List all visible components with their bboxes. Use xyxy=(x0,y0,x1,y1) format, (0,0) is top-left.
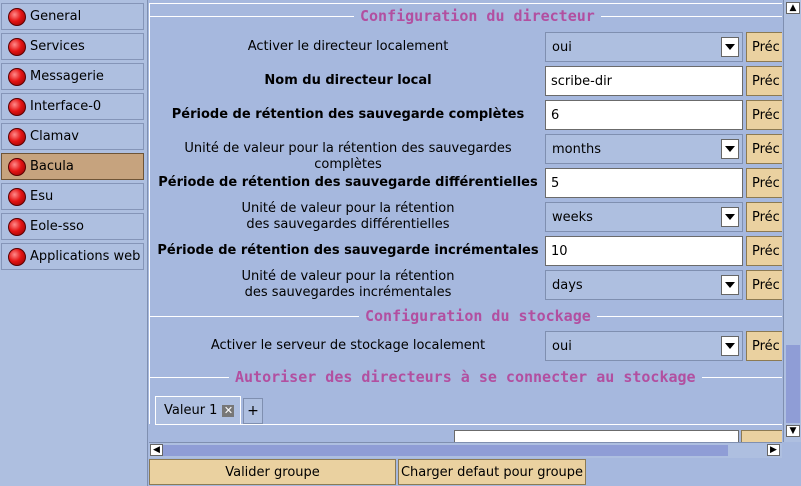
tab-divider xyxy=(155,424,782,425)
label-line: des sauvegardes différentielles xyxy=(246,217,450,232)
status-led-icon xyxy=(8,247,26,266)
status-led-icon xyxy=(8,7,26,26)
sidebar-item-label: Interface-0 xyxy=(30,99,102,114)
sidebar-item-bacula[interactable]: Bacula xyxy=(1,153,144,180)
retention-completes-input[interactable]: 6 xyxy=(545,100,743,130)
pred-button[interactable]: Préc xyxy=(746,270,782,300)
sidebar-item-esu[interactable]: Esu xyxy=(1,183,144,210)
add-tab-button[interactable]: + xyxy=(243,398,263,424)
select-value: oui xyxy=(552,39,572,55)
select-value: weeks xyxy=(552,209,593,225)
sidebar-item-applications-web[interactable]: Applications web xyxy=(1,243,144,270)
sidebar-item-label: Messagerie xyxy=(30,69,104,84)
row-label-retention-incrementales: Période de rétention des sauvegarde incr… xyxy=(157,243,539,258)
chevron-down-icon[interactable] xyxy=(721,139,739,159)
scroll-up-icon[interactable]: ▲ xyxy=(786,2,800,14)
row-label-unite-differentielles: Unité de valeur pour la rétention des sau… xyxy=(149,201,547,233)
status-led-icon xyxy=(8,127,26,146)
row-label-unite-incrementales: Unité de valeur pour la rétention des sau… xyxy=(149,269,547,301)
directeur-name-input[interactable] xyxy=(454,430,739,442)
retention-differentielles-input[interactable]: 5 xyxy=(545,168,743,198)
sidebar-item-interface-0[interactable]: Interface-0 xyxy=(1,93,144,120)
status-led-icon xyxy=(8,67,26,86)
pred-button[interactable]: Préc xyxy=(746,168,782,198)
row-label-retention-differentielles: Période de rétention des sauvegarde diff… xyxy=(158,175,538,190)
select-value: days xyxy=(552,277,583,293)
activer-directeur-select[interactable]: oui xyxy=(545,32,743,62)
label-line: Unité de valeur pour la rétention xyxy=(241,201,455,216)
unite-completes-select[interactable]: months xyxy=(545,134,743,164)
row-label-nom-directeur: Nom du directeur local xyxy=(264,73,432,88)
sidebar-item-label: Bacula xyxy=(30,159,74,174)
sidebar-item-messagerie[interactable]: Messagerie xyxy=(1,63,144,90)
charger-defaut-button[interactable]: Charger defaut pour groupe xyxy=(398,459,586,485)
pred-button[interactable]: Préc xyxy=(746,236,782,266)
activer-stockage-select[interactable]: oui xyxy=(545,331,743,361)
row-label-activer-stockage: Activer le serveur de stockage localemen… xyxy=(210,338,486,353)
sidebar-item-clamav[interactable]: Clamav xyxy=(1,123,144,150)
section-title-autoriser: Autoriser des directeurs à se connecter … xyxy=(229,368,702,386)
status-led-icon xyxy=(8,97,26,116)
sidebar-item-label: Applications web xyxy=(30,249,141,264)
unite-differentielles-select[interactable]: weeks xyxy=(545,202,743,232)
scroll-down-icon[interactable]: ▼ xyxy=(786,425,800,437)
pred-button[interactable]: Préc xyxy=(746,134,782,164)
scroll-left-icon[interactable]: ◀ xyxy=(150,444,163,456)
section-title-directeur: Configuration du directeur xyxy=(354,7,601,25)
sidebar-item-label: Esu xyxy=(30,189,54,204)
chevron-down-icon[interactable] xyxy=(721,336,739,356)
scroll-thumb[interactable] xyxy=(786,345,800,423)
nom-directeur-input[interactable]: scribe-dir xyxy=(545,66,743,96)
row-label-retention-completes: Période de rétention des sauvegarde comp… xyxy=(171,107,525,122)
chevron-down-icon[interactable] xyxy=(721,275,739,295)
status-led-icon xyxy=(8,157,26,176)
section-title-stockage: Configuration du stockage xyxy=(359,307,597,325)
status-led-icon xyxy=(8,37,26,56)
pred-button[interactable]: Préc xyxy=(746,66,782,96)
label-line: Unité de valeur pour la rétention xyxy=(241,269,455,284)
valider-groupe-button[interactable]: Valider groupe xyxy=(149,459,396,485)
form-panel: Configuration du directeur Activer le di… xyxy=(149,0,782,442)
row-label-unite-completes: Unité de valeur pour la rétention des sa… xyxy=(184,141,512,172)
sidebar-item-label: General xyxy=(30,9,82,24)
select-value: months xyxy=(552,141,601,157)
row-label-activer-directeur: Activer le directeur localement xyxy=(247,39,449,54)
sidebar-item-eole-sso[interactable]: Eole-sso xyxy=(1,213,144,240)
status-led-icon xyxy=(8,217,26,236)
tab-label: Valeur 1 xyxy=(164,403,218,418)
close-icon[interactable]: ✕ xyxy=(222,404,235,417)
sidebar-item-label: Clamav xyxy=(30,129,79,144)
pred-button[interactable]: Préc xyxy=(746,331,782,361)
pred-button[interactable]: Préc xyxy=(746,202,782,232)
scroll-right-icon[interactable]: ▶ xyxy=(767,444,780,456)
sidebar-item-label: Eole-sso xyxy=(30,219,84,234)
retention-incrementales-input[interactable]: 10 xyxy=(545,236,743,266)
horizontal-scrollbar[interactable]: ◀ ▶ xyxy=(149,442,782,458)
sidebar-item-general[interactable]: General xyxy=(1,3,144,30)
scroll-thumb[interactable] xyxy=(163,445,728,456)
status-led-icon xyxy=(8,187,26,206)
tab-valeur-1[interactable]: Valeur 1 ✕ xyxy=(155,396,241,424)
pred-button[interactable]: Préc xyxy=(746,100,782,130)
pred-button[interactable]: Préc xyxy=(746,32,782,62)
sidebar-item-label: Services xyxy=(30,39,85,54)
vertical-scrollbar[interactable]: ▲ ▼ xyxy=(783,0,801,442)
select-value: oui xyxy=(552,338,572,354)
pred-button-partial[interactable] xyxy=(741,430,782,442)
label-line: des sauvegardes incrémentales xyxy=(244,285,452,300)
unite-incrementales-select[interactable]: days xyxy=(545,270,743,300)
chevron-down-icon[interactable] xyxy=(721,207,739,227)
sidebar-item-services[interactable]: Services xyxy=(1,33,144,60)
chevron-down-icon[interactable] xyxy=(721,37,739,57)
sidebar: General Services Messagerie Interface-0 … xyxy=(0,0,148,486)
